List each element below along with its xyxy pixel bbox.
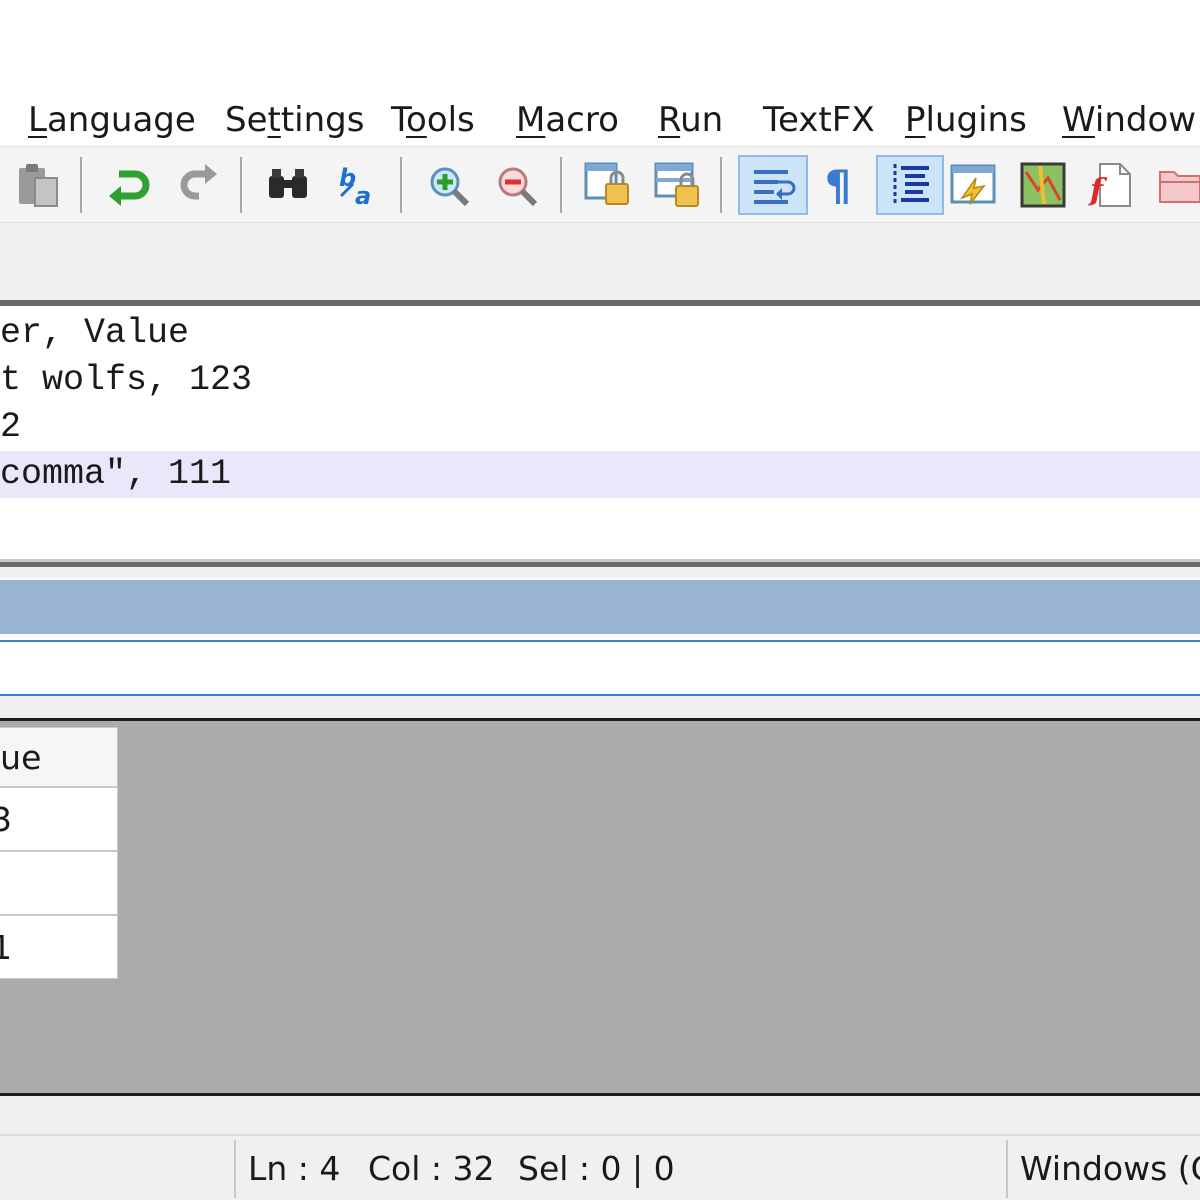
zoom-in-icon[interactable] [418,155,478,215]
menu-window[interactable]: Window [1062,98,1196,142]
current-code-line[interactable]: comma", 111 [0,451,1200,498]
panel-footer [0,1096,1200,1134]
data-grid: lue 3 1 [0,718,1200,1096]
define-language-icon[interactable] [944,155,1004,215]
menu-bar: Language Settings Tools Macro Run TextFX… [0,96,1200,146]
menu-run[interactable]: Run [658,98,723,142]
function-list-icon[interactable]: f [1082,155,1142,215]
paste-icon[interactable] [8,155,68,215]
svg-text:a: a [355,182,371,210]
editor[interactable]: er, Value t wolfs, 123 2 comma", 111 [0,300,1200,562]
replace-icon[interactable]: b a [328,155,388,215]
panel-query-input[interactable] [0,640,1200,696]
grid-cell[interactable]: 1 [0,915,118,979]
title-area [0,0,1200,96]
sync-vertical-icon[interactable] [578,155,638,215]
redo-icon[interactable] [168,155,228,215]
menu-plugins[interactable]: Plugins [905,98,1027,142]
show-all-chars-icon[interactable]: ¶ [808,155,868,215]
find-icon[interactable] [258,155,318,215]
status-selection: Sel : 0 | 0 [518,1149,675,1188]
status-eol-format[interactable]: Windows (C [1020,1136,1200,1202]
grid-cell[interactable]: 3 [0,787,118,851]
panel-gap [0,696,1200,718]
column-header-value[interactable]: lue [0,727,118,787]
code-line[interactable]: er, Value [0,310,1200,357]
undo-icon[interactable] [100,155,160,215]
menu-macro[interactable]: Macro [516,98,619,142]
sync-horizontal-icon[interactable] [648,155,708,215]
menu-tools[interactable]: Tools [391,98,475,142]
status-bar: Ln : 4 Col : 32 Sel : 0 | 0 Windows (C [0,1134,1200,1200]
tab-strip [0,222,1200,301]
code-line[interactable]: t wolfs, 123 [0,357,1200,404]
folder-icon[interactable] [1150,155,1200,215]
status-column: Col : 32 [368,1149,495,1188]
panel-header [0,580,1200,634]
toolbar: b a ¶ f [0,146,1200,223]
zoom-out-icon[interactable] [486,155,546,215]
indent-guide-icon[interactable] [876,155,944,215]
code-line[interactable]: 2 [0,404,1200,451]
document-map-icon[interactable] [1014,155,1074,215]
status-line: Ln : 4 [248,1149,341,1188]
menu-textfx[interactable]: TextFX [763,98,875,142]
grid-cell[interactable] [0,851,118,915]
menu-settings[interactable]: Settings [225,98,364,142]
menu-language[interactable]: Language [28,98,196,142]
word-wrap-icon[interactable] [738,155,808,215]
splitter[interactable] [0,562,1200,578]
